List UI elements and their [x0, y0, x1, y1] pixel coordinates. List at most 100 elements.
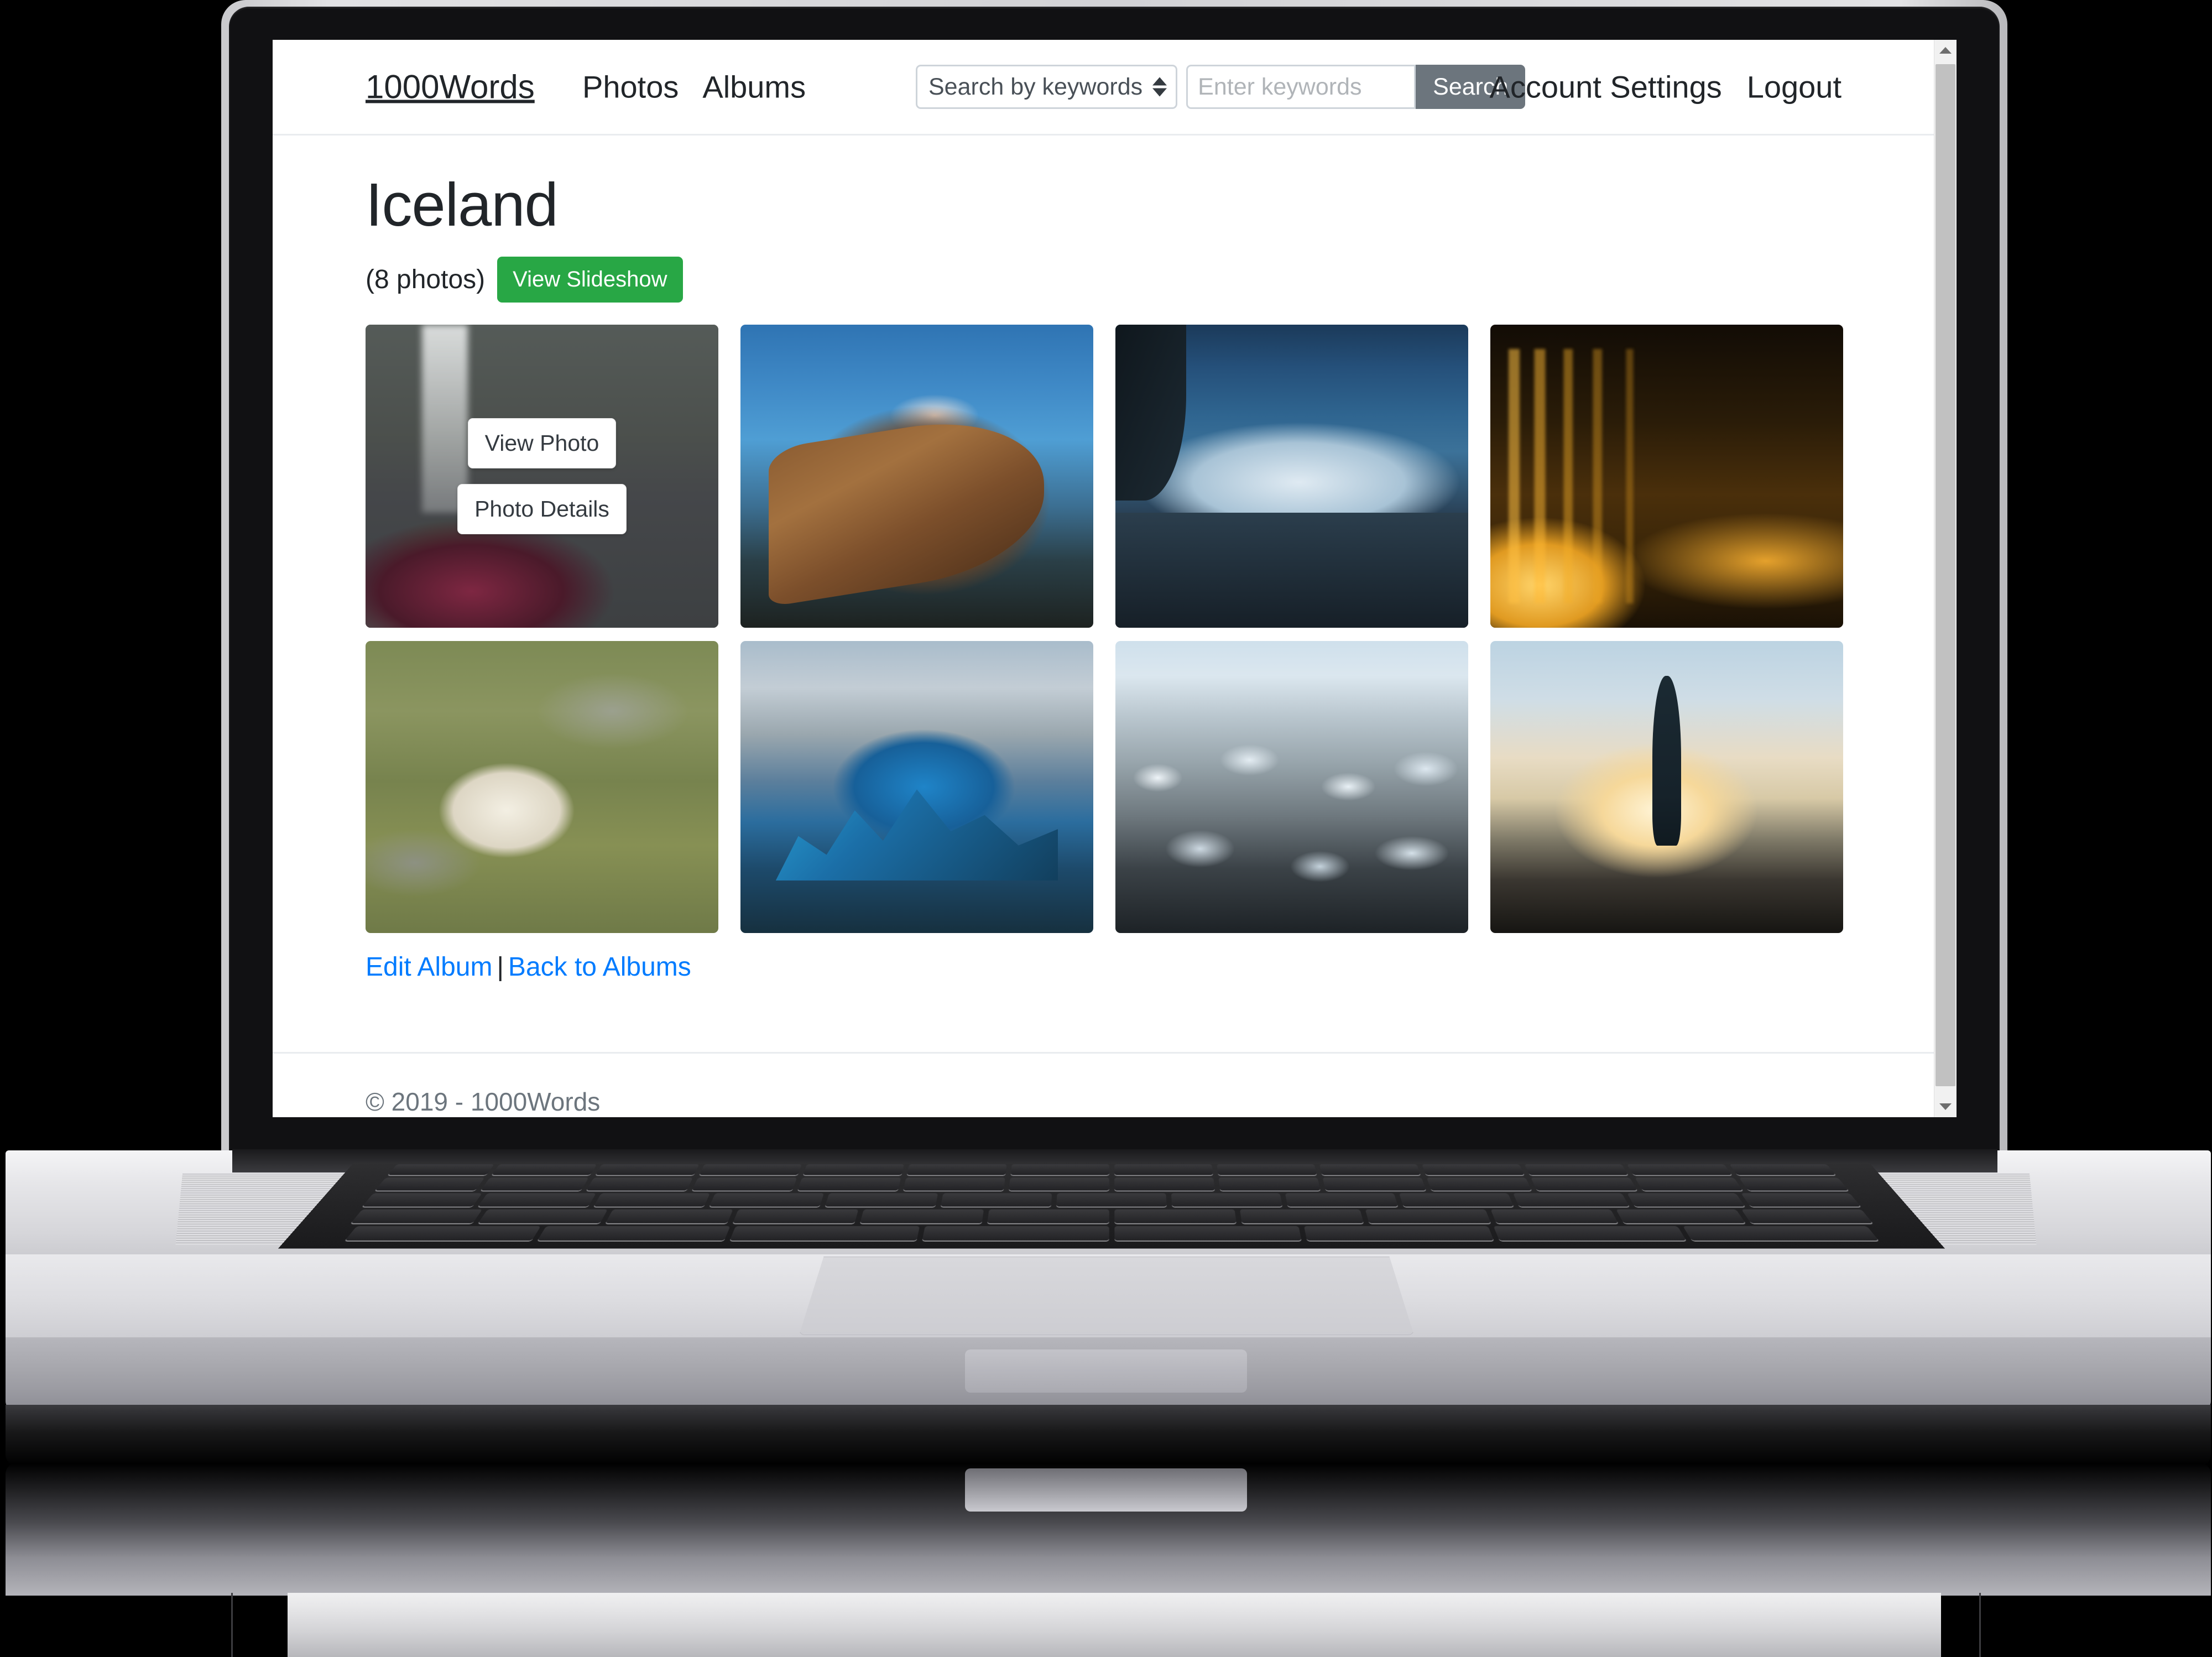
nav-account-settings[interactable]: Account Settings [1489, 69, 1721, 105]
nav-logout[interactable]: Logout [1747, 69, 1841, 105]
vertical-scrollbar[interactable] [1934, 40, 1957, 1117]
keyboard-key[interactable] [906, 1164, 1007, 1175]
keyboard-key[interactable] [1319, 1164, 1421, 1175]
back-to-albums-link[interactable]: Back to Albums [508, 952, 691, 982]
keyboard-key[interactable] [1615, 1209, 1746, 1223]
keyboard-key[interactable] [374, 1177, 484, 1191]
keyboard-key[interactable] [921, 1226, 1109, 1241]
keyboard-key[interactable] [387, 1164, 494, 1175]
keyboard-key[interactable] [477, 1209, 608, 1223]
photo-image [740, 641, 1093, 933]
trackpad[interactable] [799, 1257, 1414, 1335]
photo-thumbnail[interactable] [1115, 325, 1468, 628]
photo-details-button[interactable]: Photo Details [457, 484, 627, 534]
keyboard-key[interactable] [1426, 1177, 1532, 1191]
photo-thumbnail[interactable] [740, 641, 1093, 933]
keyboard-key[interactable] [350, 1209, 482, 1223]
keyboard-key[interactable] [1421, 1164, 1525, 1175]
keyboard-key[interactable] [1114, 1209, 1237, 1223]
keyboard-key[interactable] [1512, 1193, 1630, 1207]
keyboard-key[interactable] [1530, 1177, 1637, 1191]
photo-thumbnail[interactable] [1490, 325, 1843, 628]
scroll-up-arrow-icon[interactable] [1934, 40, 1957, 61]
search-input[interactable] [1186, 65, 1416, 109]
photo-grid: View Photo Photo Details [366, 325, 1843, 933]
keyboard-key[interactable] [802, 1164, 904, 1175]
keyboard-key[interactable] [1399, 1193, 1514, 1207]
brand-logo[interactable]: 1000Words [366, 68, 535, 106]
keyboard-key[interactable] [1010, 1164, 1109, 1175]
keyboard-key[interactable] [345, 1226, 541, 1241]
keyboard-key[interactable] [1493, 1226, 1686, 1241]
keyboard[interactable] [278, 1163, 1945, 1249]
keyboard-key[interactable] [1239, 1209, 1364, 1223]
keyboard-key[interactable] [902, 1177, 1005, 1191]
keyboard-key[interactable] [1056, 1193, 1167, 1207]
reflection-edge-left [231, 1593, 233, 1657]
keyboard-key[interactable] [362, 1193, 482, 1207]
keyboard-key[interactable] [1365, 1209, 1491, 1223]
edit-album-link[interactable]: Edit Album [366, 952, 492, 982]
keyboard-key[interactable] [1741, 1193, 1861, 1207]
keyboard-key[interactable] [1114, 1226, 1302, 1241]
keyboard-key[interactable] [1114, 1164, 1213, 1175]
scrollbar-thumb[interactable] [1936, 64, 1955, 1086]
view-photo-button[interactable]: View Photo [467, 418, 617, 468]
keyboard-key[interactable] [478, 1193, 596, 1207]
keyboard-key[interactable] [1490, 1209, 1618, 1223]
keyboard-key[interactable] [586, 1177, 693, 1191]
keyboard-key[interactable] [1303, 1226, 1494, 1241]
keyboard-row [343, 1164, 1880, 1175]
keyboard-key[interactable] [732, 1209, 858, 1223]
keyboard-key[interactable] [1741, 1209, 1873, 1223]
keyboard-key[interactable] [1729, 1164, 1836, 1175]
keyboard-key[interactable] [859, 1209, 984, 1223]
keyboard-key[interactable] [1216, 1164, 1317, 1175]
search-form: Search by keywords Search [916, 65, 1526, 109]
photo-image [366, 641, 718, 933]
keyboard-row [300, 1209, 1922, 1223]
keyboard-key[interactable] [1114, 1177, 1215, 1191]
photo-thumbnail[interactable] [366, 641, 718, 933]
photo-thumbnail[interactable] [1490, 641, 1843, 933]
link-separator: | [497, 952, 504, 982]
keyboard-key[interactable] [698, 1164, 802, 1175]
keyboard-key[interactable] [729, 1226, 920, 1241]
keyboard-key[interactable] [825, 1193, 938, 1207]
screenshot-stage: 1000Words Photos Albums Search by keywor… [0, 0, 2212, 1657]
keyboard-key[interactable] [593, 1193, 711, 1207]
scroll-down-arrow-icon[interactable] [1934, 1096, 1957, 1117]
keyboard-key[interactable] [1285, 1193, 1399, 1207]
photo-image [740, 325, 1093, 628]
nav-albums[interactable]: Albums [702, 69, 806, 105]
keyboard-key[interactable] [1524, 1164, 1628, 1175]
photo-thumbnail[interactable] [740, 325, 1093, 628]
keyboard-key[interactable] [595, 1164, 700, 1175]
keyboard-key[interactable] [691, 1177, 797, 1191]
keyboard-key[interactable] [940, 1193, 1052, 1207]
primary-nav: Photos Albums [582, 69, 806, 105]
photo-thumbnail[interactable] [1115, 641, 1468, 933]
keyboard-key[interactable] [1739, 1177, 1849, 1191]
keyboard-key[interactable] [537, 1226, 731, 1241]
keyboard-key[interactable] [491, 1164, 597, 1175]
view-slideshow-button[interactable]: View Slideshow [497, 257, 683, 303]
keyboard-key[interactable] [797, 1177, 901, 1191]
search-type-select[interactable]: Search by keywords [916, 65, 1178, 109]
keyboard-key[interactable] [1171, 1193, 1283, 1207]
keyboard-key[interactable] [1218, 1177, 1321, 1191]
keyboard-key[interactable] [1008, 1177, 1109, 1191]
keyboard-key[interactable] [605, 1209, 733, 1223]
keyboard-key[interactable] [1634, 1177, 1743, 1191]
page-footer: © 2019 - 1000Words [273, 1052, 1934, 1117]
chevron-updown-icon [1152, 77, 1167, 97]
keyboard-key[interactable] [1682, 1226, 1879, 1241]
keyboard-key[interactable] [480, 1177, 589, 1191]
nav-photos[interactable]: Photos [582, 69, 679, 105]
keyboard-key[interactable] [1627, 1193, 1745, 1207]
photo-thumbnail[interactable]: View Photo Photo Details [366, 325, 718, 628]
keyboard-key[interactable] [987, 1209, 1109, 1223]
keyboard-key[interactable] [1322, 1177, 1426, 1191]
keyboard-key[interactable] [709, 1193, 825, 1207]
keyboard-key[interactable] [1626, 1164, 1732, 1175]
